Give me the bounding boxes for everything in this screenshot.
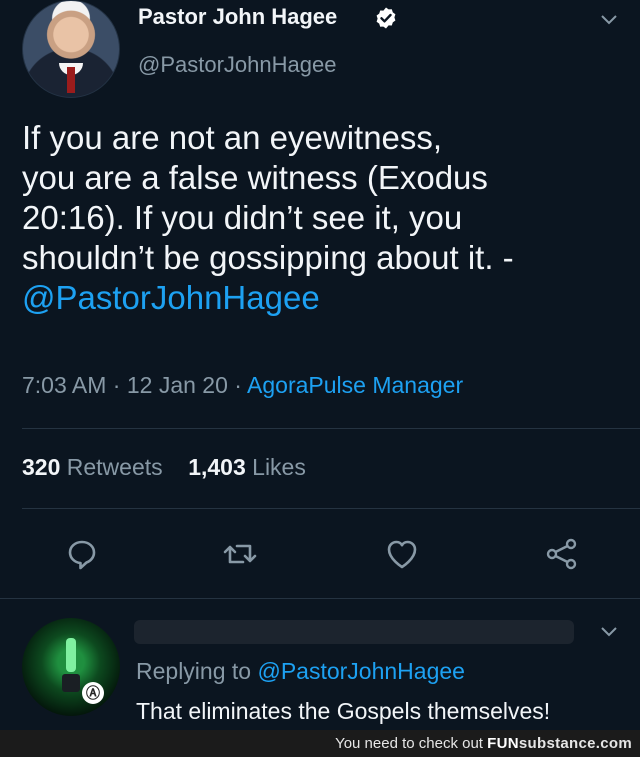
retweets-stat[interactable]: 320 Retweets (22, 454, 163, 480)
tweet-stats: 320 Retweets 1,403 Likes (22, 454, 306, 481)
anarchy-badge-icon: Ⓐ (82, 682, 104, 704)
mention-link[interactable]: @PastorJohnHagee (22, 278, 622, 318)
tweet-time: 7:03 AM (22, 372, 107, 398)
tweet-text: If you are not an eyewitness, you are a … (22, 118, 622, 318)
reply-text: That eliminates the Gospels themselves! (136, 698, 551, 724)
tweet-date: 12 Jan 20 (126, 372, 228, 398)
replying-to: Replying to @PastorJohnHagee (136, 658, 465, 684)
heart-icon[interactable] (384, 536, 420, 572)
share-icon[interactable] (544, 536, 580, 572)
likes-stat[interactable]: 1,403 Likes (188, 454, 306, 480)
chevron-down-icon[interactable] (598, 8, 620, 30)
divider (22, 508, 640, 509)
reply-avatar[interactable] (22, 618, 120, 716)
replying-to-handle[interactable]: @PastorJohnHagee (257, 658, 464, 684)
tweet-source-link[interactable]: AgoraPulse Manager (247, 372, 463, 398)
tweet-meta: 7:03 AM · 12 Jan 20 · AgoraPulse Manager (22, 372, 464, 398)
divider (0, 598, 640, 599)
action-bar (0, 530, 640, 580)
reply-tweet[interactable]: Ⓐ Replying to @PastorJohnHagee That elim… (0, 600, 640, 730)
retweet-icon[interactable] (222, 536, 258, 572)
divider (22, 428, 640, 429)
verified-badge-icon (376, 7, 396, 29)
avatar[interactable] (22, 0, 120, 98)
handle[interactable]: @PastorJohnHagee (138, 52, 336, 78)
watermark-footer: You need to check out FUNsubstance.com (0, 730, 640, 757)
watermark-text: You need to check out FUNsubstance.com (335, 735, 632, 752)
chevron-down-icon[interactable] (598, 620, 620, 642)
reply-icon[interactable] (64, 536, 100, 572)
display-name[interactable]: Pastor John Hagee (138, 4, 337, 30)
redacted-name (134, 620, 574, 644)
